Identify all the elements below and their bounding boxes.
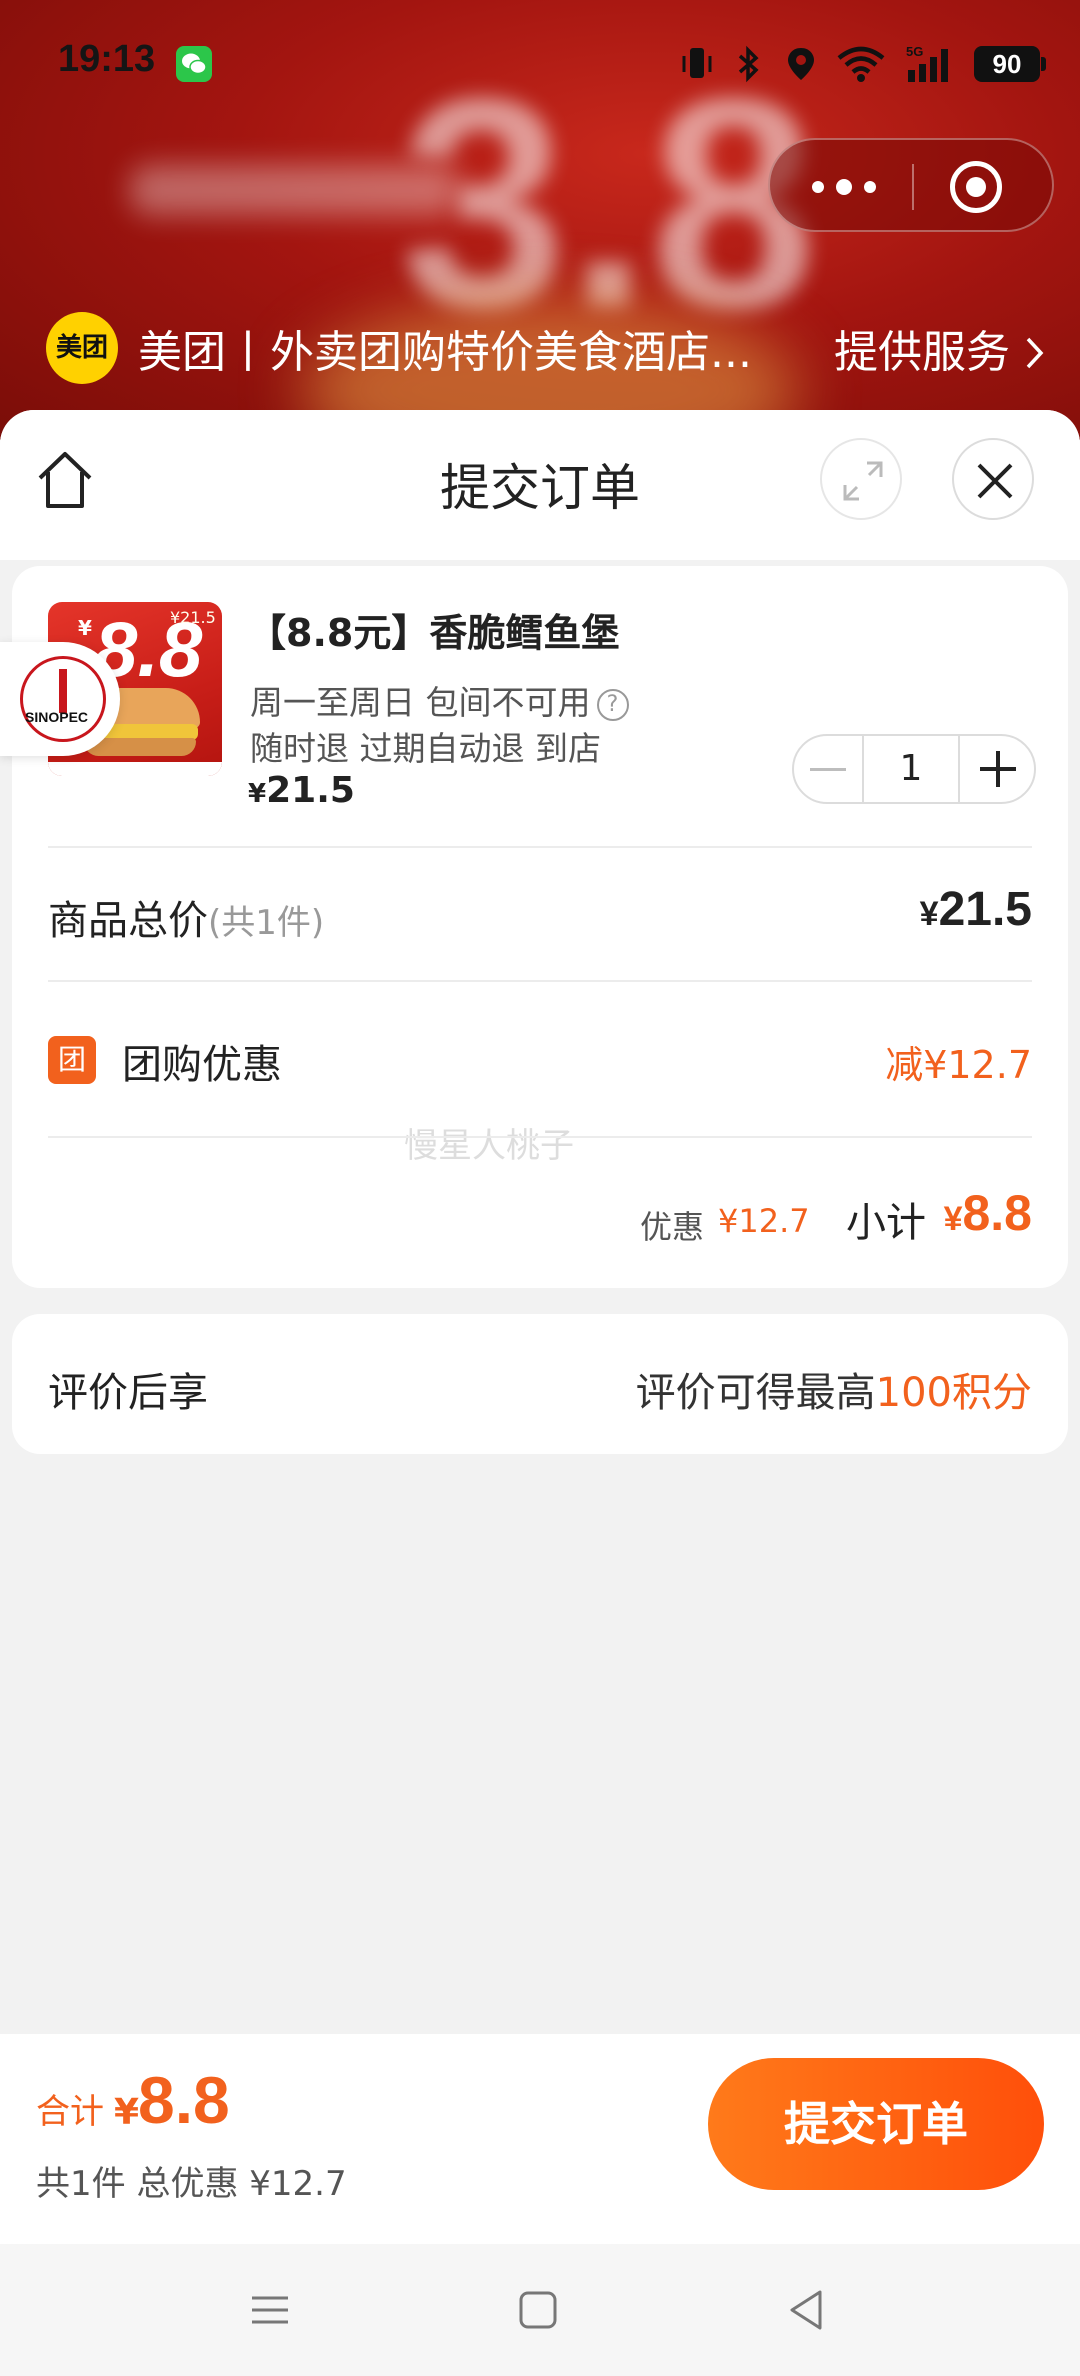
checkout-bar: 合计 ¥ 8.8 共1件 总优惠 ¥12.7 提交订单 [0,2034,1080,2244]
price-value: 21.5 [266,770,355,811]
sum-label: 合计 [36,2092,104,2132]
thumb-original-price: ¥21.5 [170,608,216,627]
signal-icon: 5G [904,44,956,84]
location-icon [784,44,818,84]
review-reward-prefix: 评价可得最高 [635,1370,876,1416]
total-price-value: ¥21.5 [920,882,1032,937]
more-options-button[interactable] [810,168,880,206]
subtotal-value: ¥8.8 [944,1184,1032,1242]
chevron-right-icon [1026,337,1044,369]
expand-button[interactable] [820,438,902,520]
product-usage-tag: 周一至周日 包间不可用? [250,676,629,724]
discount-value: ¥12.7 [718,1202,810,1240]
subtotal-amount: 8.8 [962,1185,1032,1241]
group-buy-icon: 团 [48,1036,96,1084]
quantity-value[interactable]: 1 [862,736,960,802]
price-symbol: ¥ [248,779,267,809]
total-symbol: ¥ [919,895,939,933]
close-miniprogram-icon[interactable] [950,161,1002,213]
total-label-text: 商品总价 [48,898,208,944]
sum-symbol: ¥ [114,2092,140,2133]
total-price-label: 商品总价(共1件) [48,888,324,946]
status-time: 19:13 [58,38,156,80]
discount-label: 优惠 [640,1208,705,1246]
miniprogram-name: 美团丨外卖团购特价美食酒店... [138,327,752,378]
review-card[interactable]: 评价后享 评价可得最高100积分 [12,1314,1068,1454]
close-icon [977,463,1013,499]
back-icon[interactable] [776,2280,836,2340]
order-sheet: 提交订单 ¥ 8.8 ¥21.5 【8.8元】香脆鳕鱼堡 周一至周日 包间不可用… [0,410,1080,2036]
wechat-icon [176,46,212,82]
miniprogram-capsule [768,138,1054,232]
product-refund-tag: 随时退 过期自动退 到店 [250,729,601,768]
divider [48,980,1032,982]
review-label: 评价后享 [48,1370,208,1416]
subtotal-symbol: ¥ [943,1200,963,1238]
battery-indicator: 90 [974,46,1046,82]
sinopec-logo-mark [59,669,67,713]
service-label: 提供服务 [834,327,1010,378]
sinopec-logo: SINOPEC [20,656,106,742]
meituan-logo: 美团 [46,312,118,384]
divider [48,846,1032,848]
total-amount: 21.5 [938,883,1032,936]
watermark: 慢星人桃子 [404,1126,574,1166]
menu-icon[interactable] [240,2280,300,2340]
thumb-yen: ¥ [78,616,92,640]
service-link[interactable]: 提供服务 [834,316,1046,380]
more-dot-icon [864,181,876,193]
group-buy-discount[interactable]: 减¥12.7 [885,1034,1032,1089]
floating-sinopec-badge[interactable]: SINOPEC [0,642,120,756]
sum-value: 8.8 [138,2063,230,2137]
total-count: (共1件) [208,903,325,943]
group-buy-label: 团购优惠 [122,1042,282,1088]
bluetooth-icon [732,44,766,84]
review-points: 100积分 [875,1370,1032,1416]
plus-icon[interactable] [960,736,1036,802]
system-nav-bar [0,2244,1080,2376]
more-dot-icon [812,181,824,193]
divider [48,1136,1032,1138]
order-card: ¥ 8.8 ¥21.5 【8.8元】香脆鳕鱼堡 周一至周日 包间不可用? 随时退… [12,566,1068,1288]
help-icon[interactable]: ? [596,689,629,721]
close-button[interactable] [952,438,1034,520]
miniprogram-info-row[interactable]: 美团 美团丨外卖团购特价美食酒店... 提供服务 [46,310,1046,386]
sinopec-logo-text: SINOPEC [25,709,89,725]
expand-icon [843,461,883,501]
sheet-header: 提交订单 [0,410,1080,560]
capsule-divider [912,164,914,210]
home-nav-icon[interactable] [508,2280,568,2340]
quantity-stepper[interactable]: 1 [792,734,1036,804]
product-name: 【8.8元】香脆鳕鱼堡 [248,611,620,655]
svg-text:5G: 5G [906,44,923,59]
review-reward: 评价可得最高100积分 [636,1360,1032,1418]
subtotal-label: 小计 [846,1200,926,1246]
page-title: 提交订单 [440,459,640,517]
wifi-icon [836,44,886,84]
minus-icon[interactable] [794,736,862,802]
thumb-footer [48,762,222,776]
product-price: ¥21.5 [248,770,355,811]
vibrate-icon [680,44,714,84]
status-bar: 19:13 5G 90 [0,0,1080,130]
sum-detail: 共1件 总优惠 ¥12.7 [36,2164,347,2204]
usage-text: 周一至周日 包间不可用 [250,683,591,722]
submit-order-button[interactable]: 提交订单 [708,2058,1044,2190]
more-dot-icon [836,179,852,195]
